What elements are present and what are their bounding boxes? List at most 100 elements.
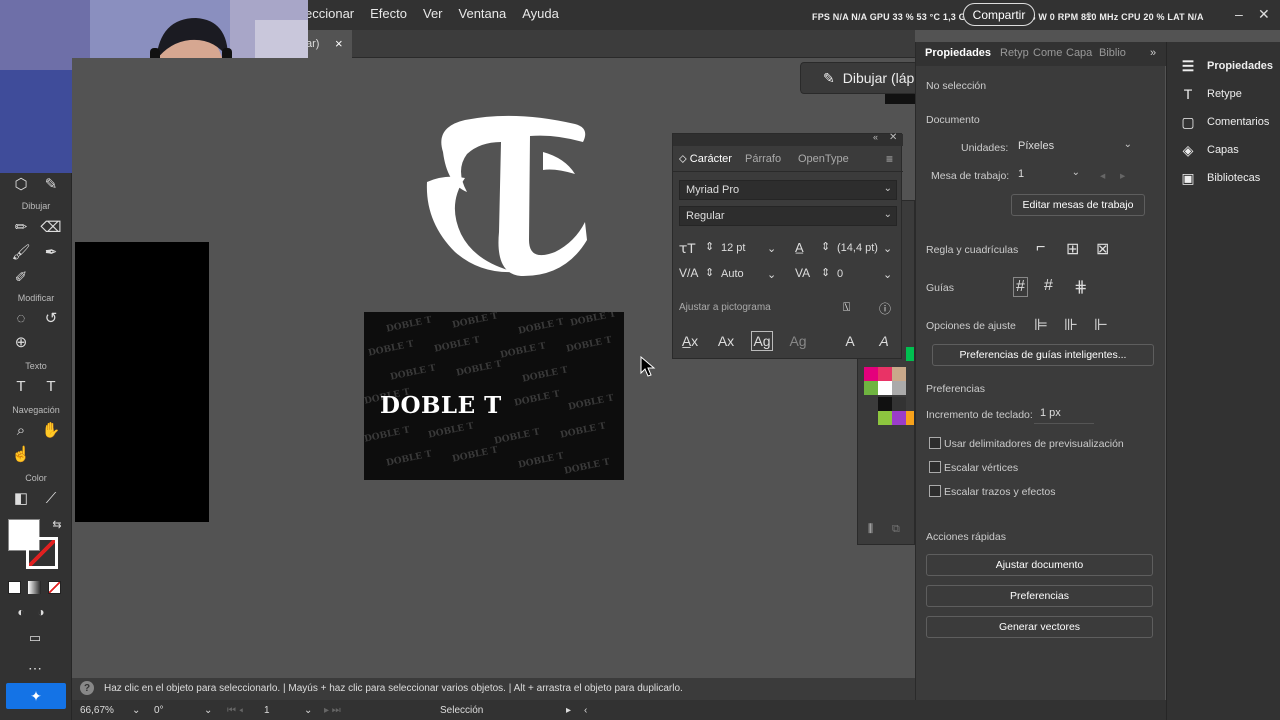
smooth-icon[interactable]: ✐ [10, 266, 32, 288]
menu-item-select[interactable]: eccionar [305, 6, 354, 21]
dock-retype[interactable]: T Retype [1179, 85, 1242, 103]
swatch-tan[interactable] [892, 367, 906, 381]
type-icon[interactable]: T [40, 375, 62, 397]
transparency-grid-icon[interactable]: ⊠ [1096, 239, 1109, 259]
shape-builder-icon[interactable]: ⊕ [10, 331, 32, 353]
share-button[interactable]: Compartir [963, 3, 1035, 26]
black-artboard[interactable] [75, 242, 209, 522]
collapse-icon[interactable]: « [873, 132, 878, 142]
fit-document-button[interactable]: Ajustar documento [926, 554, 1153, 576]
swatch-lime[interactable] [878, 411, 892, 425]
panel-menu-icon[interactable]: ≡ [886, 152, 893, 166]
scale-corners-checkbox[interactable] [929, 461, 941, 473]
stepper-icon[interactable]: ⇕ [821, 266, 830, 279]
swatch-white[interactable] [878, 381, 892, 395]
artboard-dropdown[interactable]: 1 ⌄ [1012, 165, 1084, 185]
units-dropdown[interactable]: Píxeles ⌄ [1012, 137, 1136, 157]
xheight-snap-icon[interactable]: Ax [715, 331, 737, 351]
pencil-icon[interactable]: ✏ [10, 216, 32, 238]
preview-bounds-checkbox[interactable] [929, 437, 941, 449]
menu-item-view[interactable]: Ver [423, 6, 443, 21]
panel-close-icon[interactable]: ✕ [889, 132, 897, 143]
show-guides-icon[interactable]: # [1013, 277, 1028, 297]
blob-brush-icon[interactable]: ✎ [40, 173, 62, 195]
dock-layers[interactable]: ◈ Capas [1179, 141, 1239, 159]
tab-character[interactable]: ⬦ Carácter [679, 153, 732, 166]
tab-comments[interactable]: Come [1033, 47, 1062, 59]
chevron-down-icon[interactable]: ⌄ [883, 268, 892, 281]
swap-colors-icon[interactable]: ⇆ [46, 513, 68, 535]
zoom-icon[interactable]: ⌕ [10, 419, 32, 441]
swatch-purple[interactable] [892, 411, 906, 425]
swatch-orange[interactable] [906, 411, 914, 425]
artboard-number-field[interactable]: 1 [264, 705, 270, 716]
tab-paragraph[interactable]: Párrafo [745, 153, 781, 165]
lock-guides-icon[interactable]: # [1044, 277, 1053, 295]
draw-behind-icon[interactable]: ◑ [30, 601, 52, 623]
minimize-icon[interactable]: – [1235, 6, 1243, 22]
smart-guides-preferences-button[interactable]: Preferencias de guías inteligentes... [932, 344, 1154, 366]
ruler-icon[interactable]: ⌐ [1036, 239, 1045, 257]
rotation-field[interactable]: 0° [154, 705, 164, 716]
font-size-field[interactable]: 12 pt [721, 242, 745, 254]
shaper-icon[interactable]: ⬡ [10, 173, 32, 195]
tab-retype[interactable]: Retyp [1000, 47, 1029, 59]
rotate-view-icon[interactable]: ☝ [10, 443, 32, 465]
gradient-icon[interactable]: ◧ [10, 487, 32, 509]
chevron-down-icon[interactable]: ⌄ [204, 705, 212, 716]
pen-icon[interactable]: ✒ [40, 241, 62, 263]
generate-vectors-button[interactable]: Generar vectores [926, 616, 1153, 638]
swatch-bright-green[interactable] [906, 347, 914, 361]
color-mode-icon[interactable] [8, 581, 21, 594]
first-artboard-icon[interactable]: ⏮ ◂ [227, 705, 243, 716]
blackletter-t-logo[interactable] [425, 112, 590, 282]
type-on-path-icon[interactable]: T [10, 375, 32, 397]
preferences-button[interactable]: Preferencias [926, 585, 1153, 607]
help-icon[interactable]: ? [80, 681, 94, 695]
scale-strokes-checkbox[interactable] [929, 485, 941, 497]
smart-guides-icon[interactable]: ⋕ [1074, 277, 1087, 297]
stepper-icon[interactable]: ⇕ [821, 240, 830, 253]
snap-pixel-icon[interactable]: ⊪ [1064, 315, 1078, 335]
rotate-icon[interactable]: ↺ [40, 307, 62, 329]
keyboard-increment-field[interactable]: 1 px [1034, 404, 1094, 424]
eraser-icon[interactable]: ⌫ [40, 216, 62, 238]
search-icon[interactable]: ⌕ [1085, 6, 1093, 23]
swatch-magenta[interactable] [864, 367, 878, 381]
more-tools-icon[interactable]: ⋯ [24, 657, 46, 679]
draw-mode-icon[interactable]: ◐ [10, 601, 32, 623]
doble-t-card[interactable]: DOBLE T DOBLE T DOBLE T DOBLE T DOBLE T … [364, 312, 624, 480]
grid-icon[interactable]: ⊞ [1066, 239, 1079, 259]
chevron-down-icon[interactable]: ⌄ [883, 242, 892, 255]
glyph-snap-icon[interactable]: ⍂ [843, 300, 850, 315]
draw-mode-button[interactable]: ✎ Dibujar (láp [800, 62, 918, 94]
anchor-snap-icon[interactable]: A [873, 331, 895, 351]
swatch-pink[interactable] [878, 367, 892, 381]
stroke-swatch[interactable] [26, 537, 58, 569]
none-mode-icon[interactable] [48, 581, 61, 594]
info-icon[interactable]: ⓘ [879, 300, 891, 317]
dock-libraries[interactable]: ▣ Bibliotecas [1179, 169, 1260, 187]
angular-snap-icon[interactable]: A [839, 331, 861, 351]
chevron-down-icon[interactable]: ⌄ [767, 242, 776, 255]
hand-icon[interactable]: ✋ [40, 419, 62, 441]
swatch-gray[interactable] [892, 381, 906, 395]
tab-opentype[interactable]: OpenType [798, 153, 849, 165]
lasso-icon[interactable]: ◌ [10, 307, 32, 329]
menu-item-effect[interactable]: Efecto [370, 6, 407, 21]
chevron-down-icon[interactable]: ⌄ [132, 705, 140, 716]
tab-layers[interactable]: Capa [1066, 47, 1092, 59]
tracking-field[interactable]: 0 [837, 268, 843, 280]
expand-icon[interactable]: » [1150, 47, 1156, 59]
swatch-black[interactable] [878, 397, 892, 411]
close-icon[interactable]: ✕ [1258, 6, 1270, 23]
next-artboard-icon[interactable]: ▸ [1120, 170, 1125, 182]
swatch-dark[interactable] [892, 397, 906, 411]
last-artboard-icon[interactable]: ▸ ⏭ [324, 705, 341, 716]
swatch-options-icon[interactable]: ⧉ [892, 523, 900, 536]
contextual-taskbar-icon[interactable]: ✦ [6, 683, 66, 709]
tab-properties[interactable]: Propiedades [925, 47, 991, 59]
tab-close-icon[interactable]: × [335, 36, 343, 51]
menu-item-window[interactable]: Ventana [459, 6, 507, 21]
glyph-bounds-snap-icon[interactable]: Ag [751, 331, 773, 351]
